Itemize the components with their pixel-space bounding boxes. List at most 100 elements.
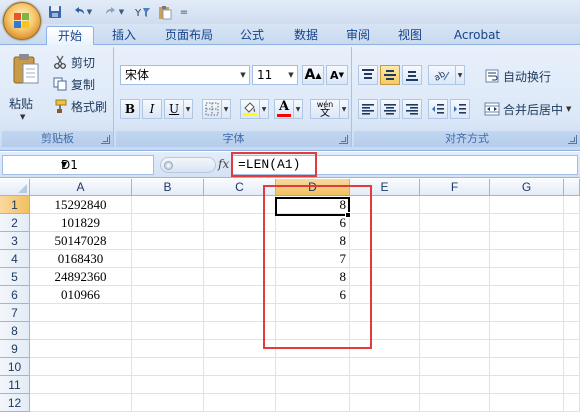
fill-color-button[interactable] — [240, 99, 260, 119]
worksheet-grid[interactable]: A B C D E F G 1 2 3 4 5 6 7 8 9 10 11 12… — [0, 179, 580, 416]
format-painter-button[interactable]: 格式刷 — [52, 97, 107, 115]
grid-cell[interactable] — [204, 304, 276, 322]
grid-cell[interactable] — [490, 304, 564, 322]
align-center-button[interactable] — [380, 99, 400, 119]
column-header-a[interactable]: A — [30, 179, 132, 196]
select-all-corner[interactable] — [0, 179, 30, 196]
paste-dropdown-icon[interactable]: ▼ — [20, 113, 25, 121]
grid-cell[interactable] — [350, 250, 420, 268]
grid-cell[interactable] — [490, 376, 564, 394]
grid-cell[interactable] — [350, 304, 420, 322]
grid-cell[interactable] — [30, 322, 132, 340]
grid-cell[interactable] — [420, 286, 490, 304]
grid-cell[interactable] — [204, 250, 276, 268]
align-middle-button[interactable] — [380, 65, 400, 85]
row-header[interactable]: 4 — [0, 250, 30, 268]
grid-cell[interactable] — [350, 214, 420, 232]
borders-button[interactable] — [202, 99, 222, 119]
grid-cell[interactable] — [490, 286, 564, 304]
grid-cell[interactable] — [490, 232, 564, 250]
grid-cell[interactable] — [564, 376, 580, 394]
save-icon[interactable] — [46, 3, 64, 21]
grid-cell[interactable] — [204, 232, 276, 250]
tab-page-layout[interactable]: 页面布局 — [158, 26, 220, 45]
insert-function-icon[interactable]: fx — [218, 157, 229, 171]
cell-a-value[interactable]: 101829 — [30, 214, 132, 232]
office-button[interactable] — [3, 2, 41, 40]
grid-cell[interactable] — [204, 340, 276, 358]
grid-cell[interactable] — [132, 232, 204, 250]
grid-cell[interactable] — [204, 214, 276, 232]
grid-cell[interactable] — [420, 196, 490, 214]
fill-handle[interactable] — [345, 212, 351, 218]
grid-cell[interactable] — [132, 286, 204, 304]
grid-cell[interactable] — [420, 268, 490, 286]
grid-cell[interactable] — [490, 322, 564, 340]
merge-dropdown-icon[interactable]: ▼ — [566, 105, 571, 113]
row-header[interactable]: 3 — [0, 232, 30, 250]
row-header[interactable]: 10 — [0, 358, 30, 376]
grid-cell[interactable] — [350, 394, 420, 412]
column-header-g[interactable]: G — [490, 179, 564, 196]
row-header[interactable]: 1 — [0, 196, 30, 214]
grid-cell[interactable] — [490, 358, 564, 376]
grid-cell[interactable] — [564, 322, 580, 340]
align-bottom-button[interactable] — [402, 65, 422, 85]
copy-button[interactable]: 复制 — [52, 75, 95, 93]
grid-cell[interactable] — [204, 358, 276, 376]
grid-cell[interactable] — [420, 304, 490, 322]
name-box-dropdown-icon[interactable]: ▼ — [61, 156, 150, 174]
cell-d-value[interactable]: 7 — [276, 250, 350, 268]
grid-cell[interactable] — [276, 322, 350, 340]
underline-dropdown-icon[interactable]: ▼ — [184, 99, 193, 119]
grid-cell[interactable] — [350, 322, 420, 340]
tab-home[interactable]: 开始 — [46, 26, 94, 46]
column-header-c[interactable]: C — [204, 179, 276, 196]
cell-d-value[interactable]: 8 — [276, 232, 350, 250]
fill-color-dropdown-icon[interactable]: ▼ — [260, 99, 269, 119]
row-header[interactable]: 5 — [0, 268, 30, 286]
cell-a-value[interactable]: 50147028 — [30, 232, 132, 250]
customize-qat-icon[interactable]: = — [178, 3, 190, 21]
grid-cell[interactable] — [30, 358, 132, 376]
grid-cell[interactable] — [276, 376, 350, 394]
decrease-indent-button[interactable] — [428, 99, 448, 119]
grid-cell[interactable] — [204, 376, 276, 394]
column-header-e[interactable]: E — [350, 179, 420, 196]
undo-dropdown-icon[interactable]: ▼ — [87, 8, 92, 16]
merge-center-button[interactable]: 合并后居中 ▼ — [484, 100, 571, 118]
grid-cell[interactable] — [350, 358, 420, 376]
grid-cell[interactable] — [564, 394, 580, 412]
filter-icon[interactable]: Y — [134, 3, 152, 21]
tab-data[interactable]: 数据 — [286, 26, 326, 45]
clipboard-launcher-icon[interactable] — [101, 135, 110, 144]
grid-cell[interactable] — [564, 358, 580, 376]
grid-cell[interactable] — [350, 376, 420, 394]
tab-review[interactable]: 审阅 — [338, 26, 378, 45]
font-name-dropdown-icon[interactable]: ▼ — [237, 66, 249, 84]
phonetic-dropdown-icon[interactable]: ▼ — [340, 99, 349, 119]
redo-dropdown-icon[interactable]: ▼ — [119, 8, 124, 16]
name-box[interactable]: D1 ▼ — [2, 155, 154, 175]
grid-cell[interactable] — [490, 268, 564, 286]
column-header-f[interactable]: F — [420, 179, 490, 196]
cell-a-value[interactable]: 010966 — [30, 286, 132, 304]
grid-cell[interactable] — [276, 304, 350, 322]
align-top-button[interactable] — [358, 65, 378, 85]
row-header[interactable]: 11 — [0, 376, 30, 394]
grid-cell[interactable] — [564, 268, 580, 286]
grid-cell[interactable] — [564, 286, 580, 304]
cell-a-value[interactable]: 24892360 — [30, 268, 132, 286]
grid-cell[interactable] — [276, 358, 350, 376]
font-size-dropdown-icon[interactable]: ▼ — [285, 66, 297, 84]
grid-cell[interactable] — [30, 340, 132, 358]
grid-cell[interactable] — [204, 394, 276, 412]
grid-cell[interactable] — [350, 340, 420, 358]
row-header[interactable]: 9 — [0, 340, 30, 358]
grid-cell[interactable] — [204, 268, 276, 286]
tab-view[interactable]: 视图 — [390, 26, 430, 45]
grid-cell[interactable] — [350, 232, 420, 250]
borders-dropdown-icon[interactable]: ▼ — [222, 99, 231, 119]
grid-cell[interactable] — [490, 214, 564, 232]
grid-cell[interactable] — [132, 322, 204, 340]
